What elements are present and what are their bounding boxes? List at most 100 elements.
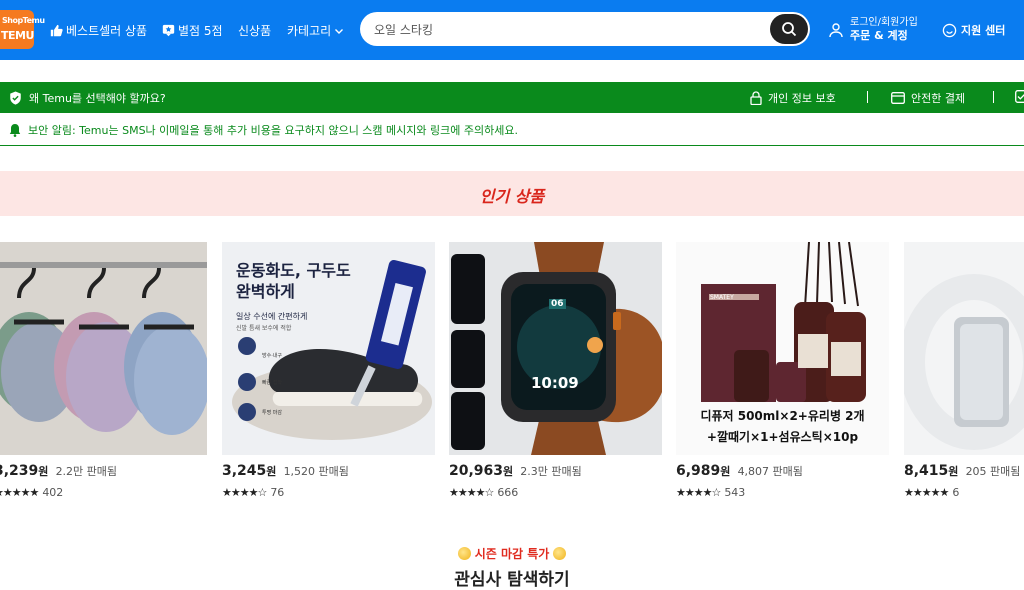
price-value: 20,963 xyxy=(449,463,504,479)
trust-privacy-label: 개인 정보 보호 xyxy=(768,92,836,105)
product-price: 8,415원 205 판매됨 xyxy=(904,463,1020,479)
section-title: 인기 상품 xyxy=(479,187,545,206)
orders-account-link[interactable]: 주문 & 계정 xyxy=(850,29,908,42)
search-input[interactable]: 오일 스타킹 xyxy=(374,21,433,38)
top-navigation-bar: ShopTemu TEMU 베스트셀러 상품 별점 5점 신상품 카테고리 오일… xyxy=(0,0,1024,60)
chat-smile-icon xyxy=(942,23,957,37)
product-image[interactable] xyxy=(0,242,207,455)
review-count[interactable]: 6 xyxy=(952,486,959,499)
product-card[interactable]: 3,239원 2.2만 판매됨 ★★★★★ 402 xyxy=(0,242,207,499)
star-rating-icon: ★★★★★ xyxy=(904,486,949,499)
nav-new-arrivals[interactable]: 신상품 xyxy=(238,22,271,39)
star-rating-icon: ★★★★☆ xyxy=(676,486,721,499)
support-center-button[interactable]: 지원 센터 xyxy=(942,22,1005,38)
nav-label: 신상품 xyxy=(238,24,272,38)
image-feature-2: 빠른 접착 xyxy=(262,380,282,386)
sold-count: 1,520 판매됨 xyxy=(283,465,349,478)
popular-products-header: 인기 상품 xyxy=(0,171,1024,216)
price-unit: 원 xyxy=(948,465,959,478)
thumbs-up-icon xyxy=(50,24,63,37)
season-sale-section: 시즌 마감 특가 관심사 탐색하기 xyxy=(0,545,1024,590)
image-caption-line2: +깔때기×1+섬유스틱×10p xyxy=(706,430,859,444)
check-box-icon xyxy=(1015,90,1024,103)
price-value: 8,415 xyxy=(904,463,949,479)
product-card[interactable]: 06 10:09 20,963원 2.3만 판매됨 ★★★★☆ 666 xyxy=(449,242,662,499)
nav-label: 별점 5점 xyxy=(178,24,223,38)
login-signup-link[interactable]: 로그인/회원가입 xyxy=(850,16,918,29)
cap-hanger-image xyxy=(0,242,207,455)
smartwatch-image xyxy=(449,242,662,455)
product-image[interactable] xyxy=(904,242,1024,455)
rating: ★★★★★ 402 xyxy=(0,486,63,499)
why-temu-link[interactable]: 왜 Temu를 선택해야 할까요? xyxy=(9,90,166,106)
trust-bar: 왜 Temu를 선택해야 할까요? 개인 정보 보호 안전한 결제 xyxy=(0,82,1024,113)
product-price: 3,239원 2.2만 판매됨 xyxy=(0,463,117,479)
temu-logo[interactable]: ShopTemu TEMU xyxy=(0,10,45,49)
sold-count: 205 판매됨 xyxy=(965,465,1021,478)
product-price: 3,245원 1,520 판매됨 xyxy=(222,463,349,479)
logo-main-text: TEMU xyxy=(1,29,34,42)
rating: ★★★★☆ 543 xyxy=(676,486,745,499)
review-count[interactable]: 543 xyxy=(724,486,745,499)
price-value: 3,239 xyxy=(0,463,39,479)
search-icon xyxy=(782,22,797,37)
star-rating-icon: ★★★★☆ xyxy=(449,486,494,499)
product-price: 6,989원 4,807 판매됨 xyxy=(676,463,803,479)
divider xyxy=(993,91,994,103)
star-badge-icon xyxy=(162,24,175,37)
trust-secure-payment-label: 안전한 결제 xyxy=(911,92,966,105)
why-temu-text: 왜 Temu를 선택해야 할까요? xyxy=(29,92,166,105)
sold-count: 4,807 판매됨 xyxy=(737,465,803,478)
image-small-text: 신발 틈새 보수에 적합 xyxy=(236,325,292,332)
divider xyxy=(867,91,868,103)
explore-title: 관심사 탐색하기 xyxy=(454,570,570,590)
coin-icon xyxy=(553,547,567,560)
image-headline: 운동화도, 구두도 완벽하게 xyxy=(236,261,351,301)
price-value: 6,989 xyxy=(676,463,721,479)
image-subtitle: 일상 수선에 간편하게 xyxy=(236,312,308,321)
price-unit: 원 xyxy=(503,465,514,478)
star-rating-icon: ★★★★★ xyxy=(0,486,39,499)
credit-card-icon xyxy=(891,92,905,104)
price-unit: 원 xyxy=(720,465,731,478)
product-image[interactable]: 운동화도, 구두도 완벽하게 일상 수선에 간편하게 신발 틈새 보수에 적합 … xyxy=(222,242,435,455)
product-image[interactable]: 06 10:09 xyxy=(449,242,662,455)
watch-time: 10:09 xyxy=(531,374,579,392)
review-count[interactable]: 666 xyxy=(497,486,518,499)
product-card[interactable]: 8,415원 205 판매됨 ★★★★★ 6 xyxy=(904,242,1024,499)
price-value: 3,245 xyxy=(222,463,267,479)
price-unit: 원 xyxy=(38,465,49,478)
search-bar[interactable]: 오일 스타킹 xyxy=(360,12,810,46)
sold-count: 2.2만 판매됨 xyxy=(55,465,118,478)
nav-five-stars[interactable]: 별점 5점 xyxy=(162,22,223,39)
security-alert: 보안 알림: Temu는 SMS나 이메일을 통해 추가 비용을 요구하지 않으… xyxy=(0,113,1024,146)
image-brand: SMATEY xyxy=(710,294,734,301)
review-count[interactable]: 402 xyxy=(42,486,63,499)
user-icon xyxy=(829,23,843,38)
trust-more[interactable] xyxy=(1015,90,1024,103)
sold-count: 2.3만 판매됨 xyxy=(520,465,582,478)
bell-icon xyxy=(9,124,21,137)
trust-privacy[interactable]: 개인 정보 보호 xyxy=(750,90,836,106)
lock-icon xyxy=(750,91,762,105)
image-feature-3: 투명 마감 xyxy=(262,410,282,416)
rating: ★★★★★ 6 xyxy=(904,486,959,499)
review-count[interactable]: 76 xyxy=(270,486,284,499)
image-caption-line1: 디퓨저 500ml×2+유리병 2개 xyxy=(700,409,865,423)
product-card[interactable]: SMATEY 디퓨저 500ml×2+유리병 2개 +깔때기×1+섬유스틱×10… xyxy=(676,242,889,499)
logo-top-text: ShopTemu xyxy=(2,16,45,25)
trust-secure-payment[interactable]: 안전한 결제 xyxy=(891,90,965,106)
search-button[interactable] xyxy=(770,14,808,44)
nav-label: 카테고리 xyxy=(287,24,332,38)
season-label-text: 시즌 마감 특가 xyxy=(474,547,550,561)
watch-date: 06 xyxy=(549,299,566,309)
belt-image xyxy=(904,242,1024,455)
price-unit: 원 xyxy=(266,465,277,478)
nav-bestsellers[interactable]: 베스트셀러 상품 xyxy=(50,22,147,39)
nav-categories[interactable]: 카테고리 xyxy=(287,22,347,39)
product-image[interactable]: SMATEY 디퓨저 500ml×2+유리병 2개 +깔때기×1+섬유스틱×10… xyxy=(676,242,889,455)
account-menu[interactable]: 로그인/회원가입 주문 & 계정 xyxy=(828,16,918,43)
product-card[interactable]: 운동화도, 구두도 완벽하게 일상 수선에 간편하게 신발 틈새 보수에 적합 … xyxy=(222,242,435,499)
security-alert-text: 보안 알림: Temu는 SMS나 이메일을 통해 추가 비용을 요구하지 않으… xyxy=(28,124,518,137)
nav-label: 베스트셀러 상품 xyxy=(66,24,148,38)
